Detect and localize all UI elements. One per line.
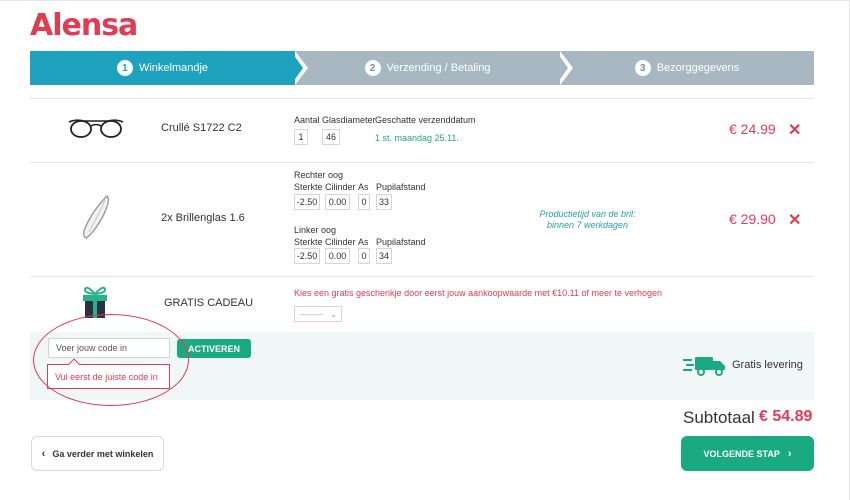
left-sterkte-value: -2.50	[294, 248, 320, 264]
window-top-border	[0, 0, 850, 1]
left-as-value: 0	[358, 248, 370, 264]
remove-item-button[interactable]: ✕	[788, 120, 801, 140]
gift-title: GRATIS CADEAU	[164, 297, 254, 309]
diameter-label: Glasdiameter	[322, 115, 376, 125]
item-price: € 29.90	[729, 211, 776, 227]
product-name[interactable]: 2x Brillenglas 1.6	[161, 212, 245, 224]
chevron-right-icon: ›	[787, 447, 792, 460]
gift-message: Kies een gratis geschenkje door eerst jo…	[294, 288, 663, 298]
remove-item-button[interactable]: ✕	[788, 210, 801, 230]
right-pupil-value: 33	[376, 194, 392, 210]
gift-select-value: ———	[299, 309, 323, 319]
diameter-value: 46	[322, 129, 340, 145]
as-label: As	[358, 237, 369, 247]
checkout-steps: 1 Winkelmandje 2 Verzending / Betaling 3…	[30, 51, 814, 85]
free-delivery-label: Gratis levering	[732, 359, 803, 371]
production-note-line: binnen 7 werkdagen	[546, 220, 629, 230]
product-name[interactable]: Crullé S1722 C2	[161, 122, 242, 134]
step-number: 3	[634, 60, 651, 76]
right-cilinder-value: 0.00	[325, 194, 350, 210]
highlight-circle	[33, 314, 189, 406]
right-eye-title: Rechter oog	[294, 170, 344, 180]
delivery-date: 1 st. maandag 25.11.	[375, 133, 459, 143]
subtotal-label: Subtotaal	[683, 408, 755, 427]
cilinder-label: Cilinder	[325, 182, 356, 192]
subtotal-amount: € 54.89	[759, 408, 813, 425]
step-arrow	[556, 51, 568, 85]
production-note-line: Productietijd van de bril:	[539, 209, 636, 219]
production-time-note: Productietijd van de bril: binnen 7 werk…	[530, 209, 645, 231]
pupil-label: Pupilafstand	[376, 237, 426, 247]
step-number: 2	[364, 60, 381, 76]
left-cilinder-value: 0.00	[325, 248, 350, 264]
step-shipping-payment: 2 Verzending / Betaling	[295, 51, 560, 85]
lens-icon	[83, 195, 110, 239]
divider	[30, 98, 814, 99]
delivery-date-label: Geschatte verzenddatum	[375, 115, 476, 125]
left-eye-title: Linker oog	[294, 225, 337, 235]
quantity-value: 1	[294, 129, 308, 145]
divider	[30, 162, 814, 163]
sterkte-label: Sterkte	[294, 237, 323, 247]
right-sterkte-value: -2.50	[294, 194, 320, 210]
quantity-label: Aantal	[294, 115, 320, 125]
step-label: Verzending / Betaling	[386, 62, 491, 74]
step-label: Bezorggegevens	[656, 62, 740, 74]
step-cart: 1 Winkelmandje	[30, 51, 295, 85]
as-label: As	[358, 182, 369, 192]
eyeglasses-icon	[68, 119, 124, 138]
item-price: € 24.99	[729, 121, 776, 137]
divider	[30, 276, 814, 277]
step-label: Winkelmandje	[138, 62, 209, 74]
truck-icon	[683, 357, 725, 376]
alensa-logo[interactable]: Alensa	[30, 8, 138, 43]
step-arrow	[291, 51, 303, 85]
chevron-down-icon: ⌄	[330, 309, 337, 319]
left-pupil-value: 34	[376, 248, 392, 264]
pupil-label: Pupilafstand	[376, 182, 426, 192]
continue-shopping-button[interactable]: ‹ Ga verder met winkelen	[31, 436, 164, 471]
gift-select[interactable]: ——— ⌄	[294, 306, 342, 322]
cilinder-label: Cilinder	[325, 237, 356, 247]
right-as-value: 0	[358, 194, 370, 210]
chevron-left-icon: ‹	[41, 447, 46, 460]
step-number: 1	[116, 60, 133, 76]
step-delivery-details: 3 Bezorggegevens	[560, 51, 814, 85]
next-step-label: VOLGENDE STAP	[703, 448, 780, 459]
next-step-button[interactable]: VOLGENDE STAP ›	[681, 436, 814, 471]
continue-shopping-label: Ga verder met winkelen	[52, 448, 154, 459]
sterkte-label: Sterkte	[294, 182, 323, 192]
